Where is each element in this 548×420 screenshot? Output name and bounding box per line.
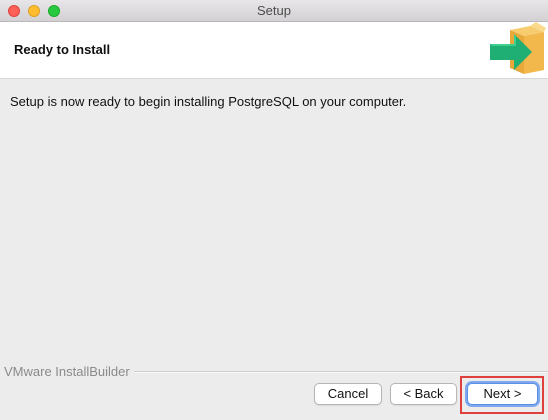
- install-message: Setup is now ready to begin installing P…: [10, 94, 407, 109]
- setup-window: Setup Ready to Install Setup is now read…: [0, 0, 548, 420]
- installer-box-arrow-icon: [490, 22, 546, 74]
- back-button[interactable]: < Back: [390, 383, 457, 405]
- title-bar[interactable]: Setup: [0, 0, 548, 22]
- cancel-button[interactable]: Cancel: [314, 383, 382, 405]
- page-title: Ready to Install: [14, 42, 111, 57]
- header-banner: Ready to Install: [0, 22, 548, 79]
- footer-divider: [132, 371, 548, 373]
- installbuilder-brand-label: VMware InstallBuilder: [4, 364, 134, 379]
- next-button[interactable]: Next >: [467, 383, 538, 405]
- window-title: Setup: [257, 3, 291, 18]
